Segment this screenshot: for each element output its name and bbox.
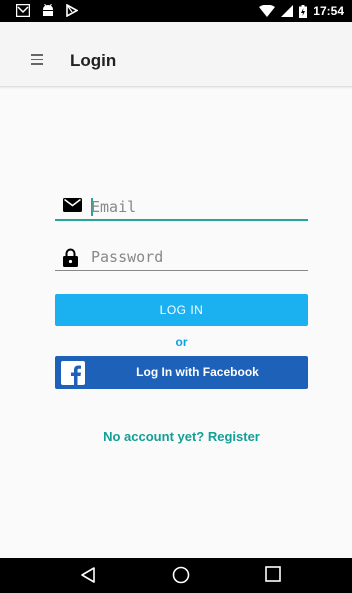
recents-icon[interactable] bbox=[265, 566, 281, 582]
android-icon bbox=[43, 4, 53, 16]
email-icon bbox=[63, 198, 82, 212]
email-field-container[interactable] bbox=[55, 193, 308, 221]
password-input[interactable] bbox=[91, 245, 301, 269]
register-link[interactable]: No account yet? Register bbox=[0, 429, 352, 444]
cell-signal-icon bbox=[281, 5, 294, 17]
facebook-login-label: Log In with Facebook bbox=[136, 365, 259, 379]
gmail-icon bbox=[16, 4, 30, 17]
password-field-container[interactable] bbox=[55, 243, 308, 271]
or-separator: or bbox=[175, 335, 188, 349]
status-time: 17:54 bbox=[313, 4, 344, 18]
page-title: Login bbox=[70, 51, 117, 70]
navigation-bar bbox=[0, 558, 352, 593]
facebook-icon bbox=[61, 361, 85, 385]
menu-icon[interactable] bbox=[31, 54, 43, 65]
email-underline bbox=[55, 219, 308, 221]
back-icon[interactable] bbox=[80, 566, 96, 584]
status-bar: 17:54 bbox=[0, 0, 352, 22]
lock-icon bbox=[63, 248, 78, 267]
play-store-icon bbox=[66, 4, 78, 17]
wifi-icon bbox=[259, 5, 276, 17]
battery-charging-icon bbox=[299, 4, 308, 18]
facebook-login-button[interactable]: Log In with Facebook bbox=[55, 356, 308, 389]
app-bar: Login bbox=[0, 22, 352, 87]
home-icon[interactable] bbox=[172, 566, 190, 584]
email-input[interactable] bbox=[91, 195, 301, 219]
password-underline bbox=[55, 270, 308, 271]
login-button[interactable]: LOG IN bbox=[55, 294, 308, 326]
